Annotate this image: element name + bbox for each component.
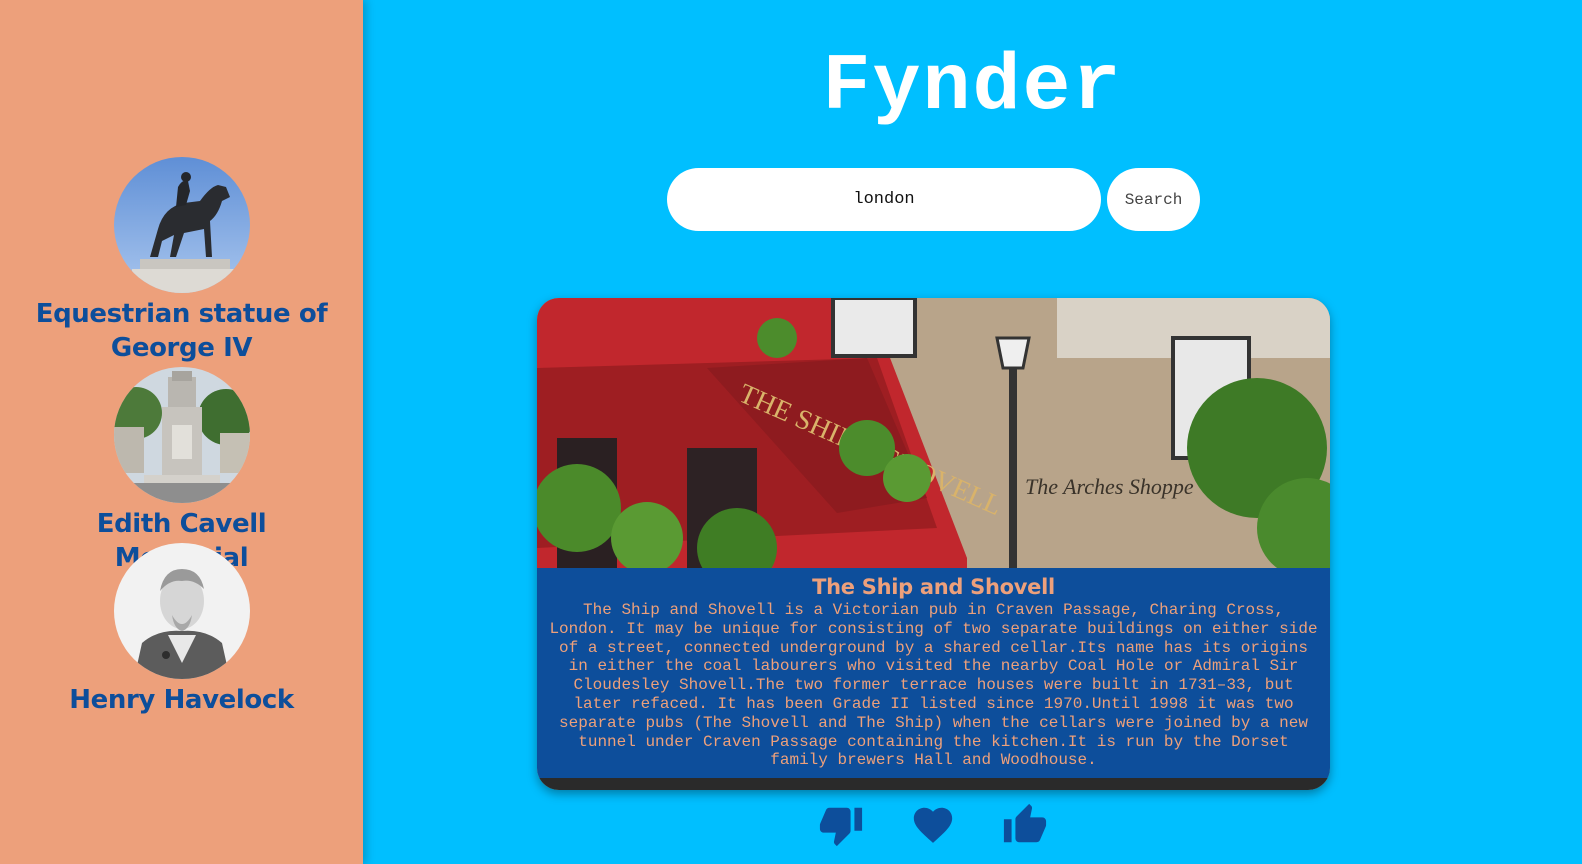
sidebar: Equestrian statue of George IV Edith Cav… [0, 0, 363, 864]
thumbs-down-icon [819, 807, 863, 847]
app-title: Fynder [822, 42, 1123, 133]
search-button[interactable]: Search [1107, 168, 1200, 231]
place-info-panel: The Ship and Shovell The Ship and Shovel… [537, 568, 1330, 778]
result-card[interactable]: THE SHIP & SHOVELL The Arches Shoppe The… [537, 298, 1330, 790]
favorite-button[interactable] [908, 800, 958, 850]
sidebar-item-henry-havelock[interactable]: Henry Havelock [0, 543, 363, 717]
sidebar-item-label[interactable]: Henry Havelock [0, 679, 363, 717]
equestrian-statue-thumbnail[interactable] [113, 157, 250, 293]
place-description: The Ship and Shovell is a Victorian pub … [549, 601, 1318, 770]
memorial-thumbnail[interactable] [113, 367, 250, 503]
portrait-thumbnail[interactable] [113, 543, 250, 679]
search-input[interactable] [667, 168, 1101, 231]
action-bar [0, 800, 1582, 850]
wall-sign-text: The Arches Shoppe [1025, 474, 1194, 499]
sidebar-item-label[interactable]: Equestrian statue of George IV [0, 293, 363, 365]
thumbs-up-icon [1003, 803, 1047, 843]
like-button[interactable] [1000, 800, 1050, 850]
heart-icon [913, 807, 953, 843]
sidebar-item-george-iv[interactable]: Equestrian statue of George IV [0, 157, 363, 365]
place-title: The Ship and Shovell [812, 575, 1055, 599]
dislike-button[interactable] [816, 800, 866, 850]
